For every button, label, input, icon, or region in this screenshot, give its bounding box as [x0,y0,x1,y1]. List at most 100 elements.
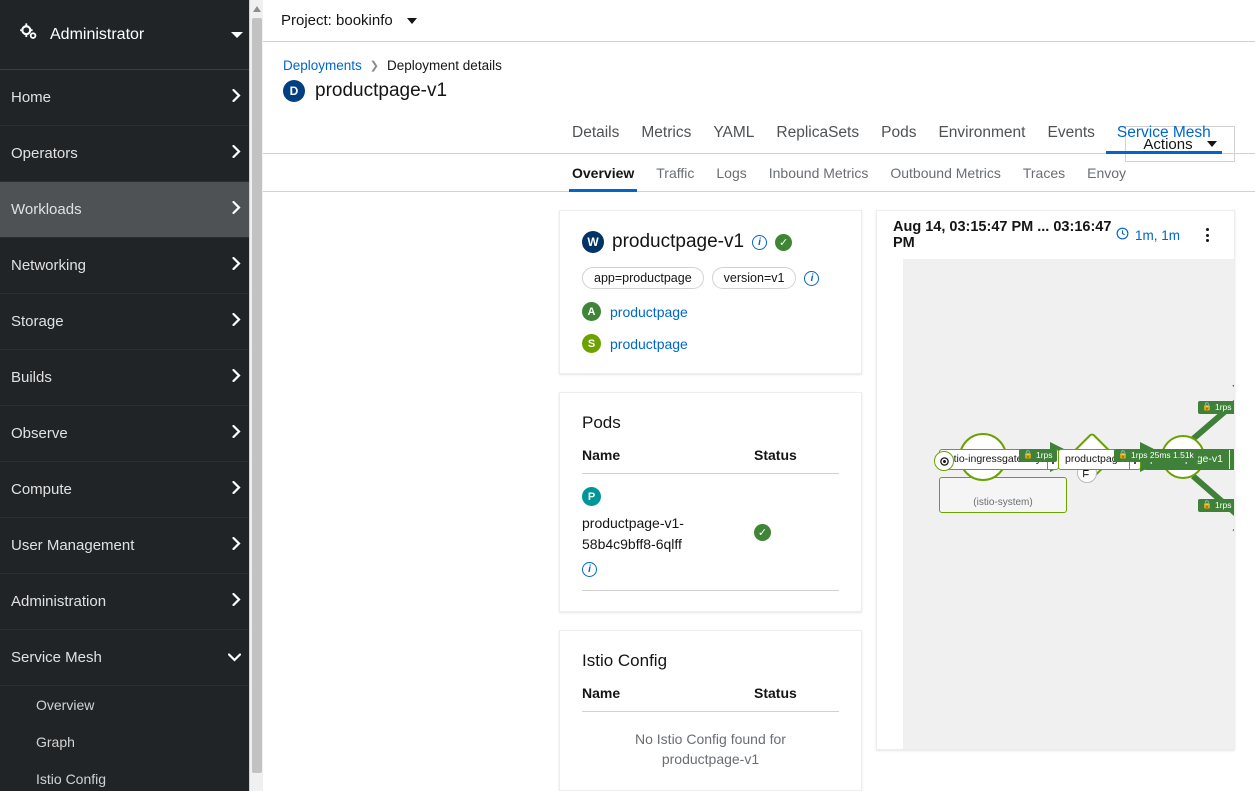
breadcrumb-parent-link[interactable]: Deployments [283,58,362,73]
graph-kebab-menu-icon[interactable] [1196,224,1218,246]
graph-edge-label[interactable]: 🔒 1rps 25ms 1.51k [1114,449,1198,462]
breadcrumb-separator-icon: ❯ [370,59,379,72]
graph-time-range: Aug 14, 03:15:47 PM ... 03:16:47 PM [893,219,1116,251]
tab-replicasets[interactable]: ReplicaSets [765,124,870,153]
sidebar-item-builds[interactable]: Builds [0,350,263,406]
sidebar-subitem-istio-config[interactable]: Istio Config [0,760,263,791]
tab-details[interactable]: Details [561,124,630,153]
sidebar-item-label: Builds [11,369,232,386]
table-row: Pproductpage-v1-58b4c9bff8-6qlffi✓ [582,474,839,591]
tab-logs[interactable]: Logs [705,165,757,191]
chevron-right-icon [232,89,241,106]
info-icon[interactable]: i [582,562,597,577]
sidebar-nav: Home OperatorsWorkloads Networking Storage B… [0,70,263,791]
pod-name-cell: Pproductpage-v1-58b4c9bff8-6qlffi [582,474,754,591]
sidebar-subitem-graph[interactable]: Graph [0,723,263,760]
pods-card: Pods Name Status Pproductpage-v1-58b4c9b… [559,392,862,612]
sidebar-item-label: Service Mesh [11,649,228,666]
pods-table: Name Status Pproductpage-v1-58b4c9bff8-6… [582,447,839,591]
sidebar-item-operators[interactable]: Operators [0,126,263,182]
sidebar-item-administration[interactable]: Administration [0,574,263,630]
graph-edge-label[interactable]: 🔒 1rps 50% [1198,499,1234,512]
chevron-right-icon [232,257,241,274]
pods-card-title: Pods [582,413,839,433]
workload-labels: app=productpageversion=v1i [582,267,839,289]
tab-service-mesh[interactable]: Service Mesh [1106,124,1222,153]
workload-label-chip: app=productpage [582,267,704,289]
key-icon [934,451,954,471]
workload-kind-badge: W [582,231,604,253]
tab-metrics[interactable]: Metrics [630,124,702,153]
tab-environment[interactable]: Environment [927,124,1036,153]
tab-traces[interactable]: Traces [1012,165,1076,191]
info-icon[interactable]: i [804,271,819,286]
sidebar-item-label: Home [11,89,232,106]
scroll-up-arrow-icon[interactable] [253,6,261,12]
workload-link[interactable]: productpage [610,336,688,352]
sidebar-item-user-management[interactable]: User Management [0,518,263,574]
sidebar-subitem-overview[interactable]: Overview [0,686,263,723]
right-column: Aug 14, 03:15:47 PM ... 03:16:47 PM 1m, … [876,210,1235,791]
sidebar-item-observe[interactable]: Observe [0,406,263,462]
clock-icon [1116,227,1129,243]
graph-refresh-interval[interactable]: 1m, 1m [1116,227,1180,243]
graph-edge-label[interactable]: 🔒 1rps 50% [1198,401,1234,414]
lock-icon: 🔒 [1118,451,1128,459]
sidebar-scrollbar[interactable] [249,0,263,791]
sidebar-item-label: Storage [11,313,232,330]
sidebar-item-workloads[interactable]: Workloads [0,182,263,238]
graph-header: Aug 14, 03:15:47 PM ... 03:16:47 PM 1m, … [877,211,1234,259]
pod-status-cell: ✓ [754,474,839,591]
graph-refresh-label: 1m, 1m [1135,228,1180,243]
sidebar-item-service-mesh[interactable]: Service Mesh [0,630,263,686]
chevron-right-icon [232,313,241,330]
workload-link[interactable]: productpage [610,304,688,320]
lock-icon: 🔒 [1202,501,1212,509]
sidebar-scrollbar-thumb[interactable] [252,18,262,773]
lock-icon: 🔒 [1023,451,1033,459]
tab-envoy[interactable]: Envoy [1076,165,1137,191]
project-selector[interactable]: Project: bookinfo [263,0,1255,42]
chevron-down-icon [228,649,241,666]
info-icon[interactable]: i [752,235,767,250]
chevron-right-icon [232,201,241,218]
sidebar-item-compute[interactable]: Compute [0,462,263,518]
service-mesh-graph-card: Aug 14, 03:15:47 PM ... 03:16:47 PM 1m, … [876,210,1235,750]
chevron-right-icon [232,481,241,498]
primary-tabs: DetailsMetricsYAMLReplicaSetsPodsEnviron… [263,124,1255,154]
workload-card: W productpage-v1 i ✓ app=productpagevers… [559,210,862,374]
perspective-switcher[interactable]: Administrator [0,0,263,70]
tab-traffic[interactable]: Traffic [645,165,705,191]
istio-col-name: Name [582,685,754,711]
chevron-down-icon [407,18,417,24]
istio-config-table: Name Status [582,685,839,711]
project-label: Project: bookinfo [281,12,393,29]
graph-canvas[interactable]: (istio-system) istio-ingressgateway [903,259,1234,749]
cogs-icon [20,23,38,46]
workload-link-row: Sproductpage [582,334,839,353]
pod-name[interactable]: productpage-v1-58b4c9bff8-6qlff [582,513,754,555]
tab-outbound-metrics[interactable]: Outbound Metrics [879,165,1012,191]
pods-col-name: Name [582,447,754,474]
graph-node-kebab-icon[interactable] [1229,450,1234,469]
sidebar-item-label: Observe [11,425,232,442]
main-content: Project: bookinfo Deployments ❯ Deployme… [263,0,1255,791]
istio-col-status: Status [754,685,839,711]
sidebar-item-networking[interactable]: Networking [0,238,263,294]
tab-overview[interactable]: Overview [561,165,645,191]
chevron-right-icon [232,369,241,386]
sidebar-item-home[interactable]: Home [0,70,263,126]
left-column: W productpage-v1 i ✓ app=productpagevers… [559,210,862,791]
tab-events[interactable]: Events [1036,124,1105,153]
sidebar-item-label: Networking [11,257,232,274]
resource-kind-badge: S [582,334,601,353]
tab-pods[interactable]: Pods [870,124,927,153]
chevron-right-icon [232,537,241,554]
tab-yaml[interactable]: YAML [702,124,765,153]
lock-icon: 🔒 [1202,403,1212,411]
tab-inbound-metrics[interactable]: Inbound Metrics [758,165,880,191]
breadcrumb: Deployments ❯ Deployment details [283,58,1235,73]
primary-sidebar: Administrator Home OperatorsWorkloads Netw… [0,0,263,791]
sidebar-item-storage[interactable]: Storage [0,294,263,350]
graph-edge-label[interactable]: 🔒 1rps [1019,449,1057,462]
